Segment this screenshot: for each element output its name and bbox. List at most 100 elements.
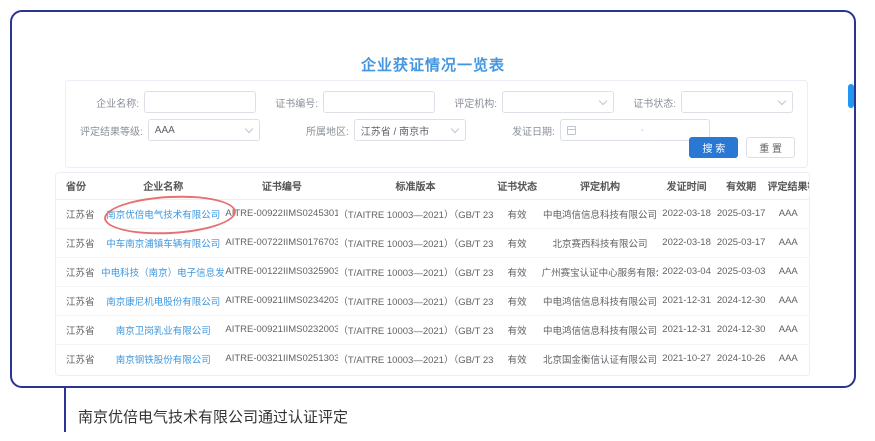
cell-grade: AAA [768,257,809,286]
screenshot-frame: 企业获证情况一览表 企业名称: 证书编号: 评定机构: 证书状态: [10,10,856,388]
company-link[interactable]: 南京康尼机电股份有限公司 [106,297,220,308]
header-status: 证书状态 [493,173,542,199]
cell-company: 中车南京浦镇车辆有限公司 [101,228,225,257]
cert-no-label: 证书编号: [259,95,323,110]
filter-group-cert-no: 证书编号: [259,91,435,113]
result-grade-select[interactable]: AAA [148,119,260,141]
cell-cert-no: AITRE-00722IIMS0176703 [225,228,338,257]
cert-no-input[interactable] [323,91,435,113]
cell-cert-no: AITRE-00122IIMS0325903 [225,257,338,286]
issue-date-range-picker[interactable]: - [560,119,710,141]
header-grade: 评定结果等级 [768,173,809,199]
table-row: 江苏省 中车南京浦镇车辆有限公司 AITRE-00722IIMS0176703 … [56,228,809,257]
calendar-icon [567,126,576,135]
chevron-down-icon [245,126,253,134]
filter-group-agency: 评定机构: [438,91,614,113]
cell-province: 江苏省 [56,344,101,373]
issue-date-label: 发证日期: [496,123,560,138]
cell-issue-date: 2021-10-27 [658,344,714,373]
cell-cert-no: AITRE-00922IIMS0245301 [225,199,338,228]
table-row: 江苏省 中电科技（南京）电子信息发展有限公司 AITRE-00122IIMS03… [56,257,809,286]
company-link[interactable]: 中车南京浦镇车辆有限公司 [106,239,220,250]
page-title: 企业获证情况一览表 [12,54,854,75]
cell-standard: （T/AITRE 10003—2021）（GB/T 23001-2017） [338,315,492,344]
cell-standard: （T/AITRE 10003—2021）（GB/T 23001-2017） [338,286,492,315]
company-name-label: 企业名称: [80,95,144,110]
cell-standard: （T/AITRE 10003—2021）（GB/T 23001-2017） [338,344,492,373]
header-province: 省份 [56,173,101,199]
cell-issue-date: 2022-03-18 [658,199,714,228]
region-select-value: 江苏省 / 南京市 [361,123,429,138]
cell-company: 南京钢铁股份有限公司 [101,344,225,373]
company-link[interactable]: 南京钢铁股份有限公司 [116,355,211,366]
chevron-down-icon [599,98,607,106]
cell-agency: 广州赛宝认证中心服务有限公司 [542,257,659,286]
cell-expiry: 2025-03-03 [715,257,768,286]
cell-cert-no: AITRE-00921IIMS0232003 [225,315,338,344]
cell-status: 有效 [493,257,542,286]
table-row: 江苏省 南京康尼机电股份有限公司 AITRE-00921IIMS0234203 … [56,286,809,315]
filter-group-cert-status: 证书状态: [617,91,793,113]
agency-select[interactable] [502,91,614,113]
cell-province: 江苏省 [56,228,101,257]
results-table: 省份 企业名称 证书编号 标准版本 证书状态 评定机构 发证时间 有效期 评定结… [56,173,809,373]
cell-grade: AAA [768,228,809,257]
region-label: 所属地区: [290,123,354,138]
filter-row-1: 企业名称: 证书编号: 评定机构: 证书状态: [80,91,793,113]
cell-agency: 中电鸿信信息科技有限公司 [542,315,659,344]
region-select[interactable]: 江苏省 / 南京市 [354,119,466,141]
cell-issue-date: 2022-03-04 [658,257,714,286]
filter-panel: 企业名称: 证书编号: 评定机构: 证书状态: [65,80,808,168]
filter-row-2: 评定结果等级: AAA 所属地区: 江苏省 / 南京市 发证日期: - [80,119,793,141]
table-row: 江苏省 南京优倍电气技术有限公司 AITRE-00922IIMS0245301 … [56,199,809,228]
results-table-panel: 省份 企业名称 证书编号 标准版本 证书状态 评定机构 发证时间 有效期 评定结… [55,172,810,376]
cell-grade: AAA [768,315,809,344]
cell-grade: AAA [768,286,809,315]
cell-status: 有效 [493,199,542,228]
header-cert-no: 证书编号 [225,173,338,199]
caption-divider [64,388,66,432]
header-expiry: 有效期 [715,173,768,199]
cell-standard: （T/AITRE 10003—2021）（GB/T 23001-2017） [338,228,492,257]
header-standard: 标准版本 [338,173,492,199]
chevron-down-icon [778,98,786,106]
cell-status: 有效 [493,286,542,315]
cell-expiry: 2024-10-26 [715,344,768,373]
cell-expiry: 2024-12-30 [715,315,768,344]
cell-issue-date: 2021-12-31 [658,315,714,344]
result-grade-select-value: AAA [155,125,175,136]
cell-agency: 中电鸿信信息科技有限公司 [542,286,659,315]
cell-issue-date: 2022-03-18 [658,228,714,257]
cell-status: 有效 [493,344,542,373]
cell-agency: 中电鸿信信息科技有限公司 [542,199,659,228]
result-grade-label: 评定结果等级: [80,123,148,138]
cell-status: 有效 [493,228,542,257]
cell-issue-date: 2021-12-31 [658,286,714,315]
agency-label: 评定机构: [438,95,502,110]
cert-status-select[interactable] [681,91,793,113]
company-name-input[interactable] [144,91,256,113]
cell-agency: 北京国金衡信认证有限公司 [542,344,659,373]
filter-group-region: 所属地区: 江苏省 / 南京市 [290,119,466,141]
filter-group-issue-date: 发证日期: - [496,119,710,141]
cell-expiry: 2025-03-17 [715,228,768,257]
search-button[interactable]: 搜 索 [689,137,738,158]
company-link[interactable]: 南京卫岗乳业有限公司 [116,326,211,337]
reset-button[interactable]: 重 置 [746,137,795,158]
cell-province: 江苏省 [56,257,101,286]
header-issue-date: 发证时间 [658,173,714,199]
cell-company: 南京康尼机电股份有限公司 [101,286,225,315]
company-link[interactable]: 南京优倍电气技术有限公司 [106,210,220,221]
filter-buttons: 搜 索 重 置 [689,137,795,158]
cell-expiry: 2025-03-17 [715,199,768,228]
scrollbar-thumb[interactable] [848,84,854,108]
cell-agency: 北京赛西科技有限公司 [542,228,659,257]
company-link[interactable]: 中电科技（南京）电子信息发展有限公司 [101,268,225,279]
cell-province: 江苏省 [56,315,101,344]
cert-status-label: 证书状态: [617,95,681,110]
table-header-row: 省份 企业名称 证书编号 标准版本 证书状态 评定机构 发证时间 有效期 评定结… [56,173,809,199]
table-row: 江苏省 南京钢铁股份有限公司 AITRE-00321IIMS0251303 （T… [56,344,809,373]
cell-company: 南京卫岗乳业有限公司 [101,315,225,344]
cell-status: 有效 [493,315,542,344]
table-row: 江苏省 南京卫岗乳业有限公司 AITRE-00921IIMS0232003 （T… [56,315,809,344]
